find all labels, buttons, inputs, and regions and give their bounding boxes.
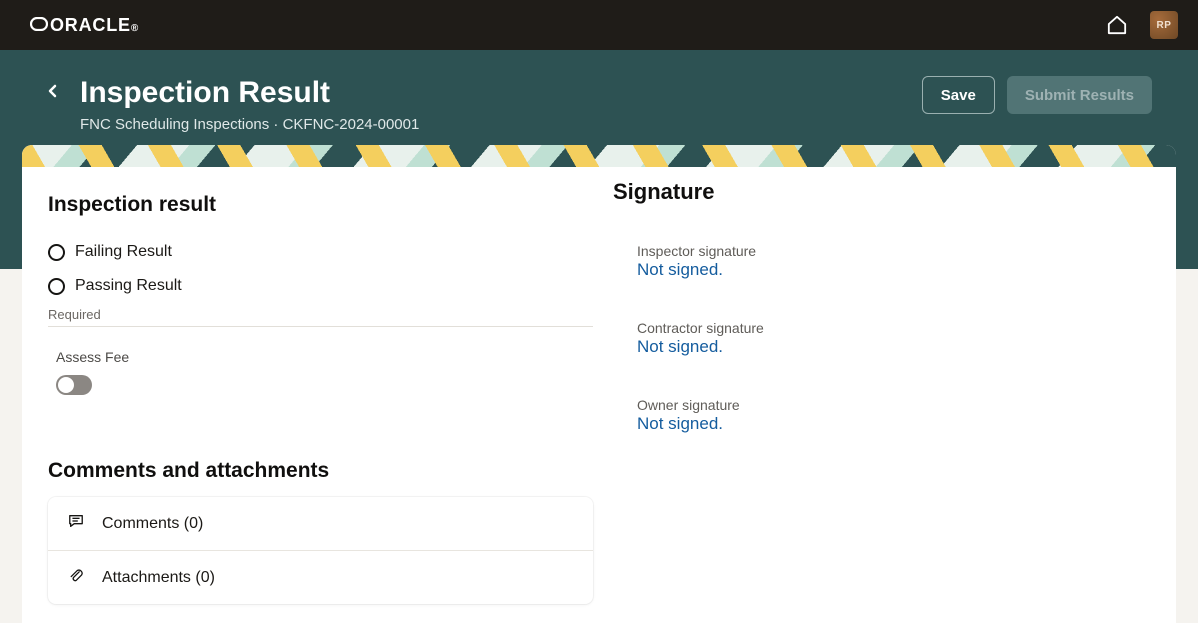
inspector-signature-link[interactable]: Not signed.	[637, 260, 1150, 280]
divider	[48, 326, 593, 327]
comments-label: Comments (0)	[102, 515, 203, 533]
owner-signature-block: Owner signature Not signed.	[637, 397, 1150, 434]
result-radio-group: Failing Result Passing Result	[48, 243, 593, 295]
submit-results-button: Submit Results	[1007, 76, 1152, 114]
page-title: Inspection Result	[80, 76, 419, 110]
home-icon[interactable]	[1106, 15, 1128, 35]
logo-text: ORACLE	[50, 15, 131, 36]
contractor-signature-link[interactable]: Not signed.	[637, 337, 1150, 357]
signature-label: Contractor signature	[637, 320, 1150, 336]
oracle-logo: ORACLE®	[30, 15, 139, 36]
avatar-initials: RP	[1157, 20, 1172, 31]
inspection-result-heading: Inspection result	[48, 193, 593, 217]
attachments-row[interactable]: Attachments (0)	[48, 550, 593, 604]
assess-fee-label: Assess Fee	[56, 349, 593, 365]
required-hint: Required	[48, 307, 593, 322]
breadcrumb: FNC Scheduling Inspections · CKFNC-2024-…	[80, 116, 419, 133]
owner-signature-link[interactable]: Not signed.	[637, 414, 1150, 434]
radio-icon	[48, 244, 65, 261]
comment-icon	[68, 513, 84, 534]
assess-fee-toggle[interactable]	[56, 375, 92, 395]
radio-failing-result[interactable]: Failing Result	[48, 243, 593, 261]
attachments-label: Attachments (0)	[102, 569, 215, 587]
comments-attachments-list: Comments (0) Attachments (0)	[48, 497, 593, 604]
topbar: ORACLE® RP	[0, 0, 1198, 50]
comments-attachments-heading: Comments and attachments	[48, 459, 593, 483]
radio-label: Passing Result	[75, 277, 182, 295]
back-icon[interactable]	[46, 84, 60, 103]
save-button[interactable]: Save	[922, 76, 995, 114]
content-card: Inspection result Failing Result Passing…	[22, 145, 1176, 623]
signature-label: Inspector signature	[637, 243, 1150, 259]
decorative-strip	[22, 145, 1176, 167]
attachment-icon	[68, 567, 84, 588]
signature-label: Owner signature	[637, 397, 1150, 413]
radio-icon	[48, 278, 65, 295]
signature-heading: Signature	[613, 179, 1150, 205]
toggle-knob	[58, 377, 74, 393]
radio-label: Failing Result	[75, 243, 172, 261]
contractor-signature-block: Contractor signature Not signed.	[637, 320, 1150, 357]
avatar[interactable]: RP	[1150, 11, 1178, 39]
comments-row[interactable]: Comments (0)	[48, 497, 593, 550]
radio-passing-result[interactable]: Passing Result	[48, 277, 593, 295]
inspector-signature-block: Inspector signature Not signed.	[637, 243, 1150, 280]
